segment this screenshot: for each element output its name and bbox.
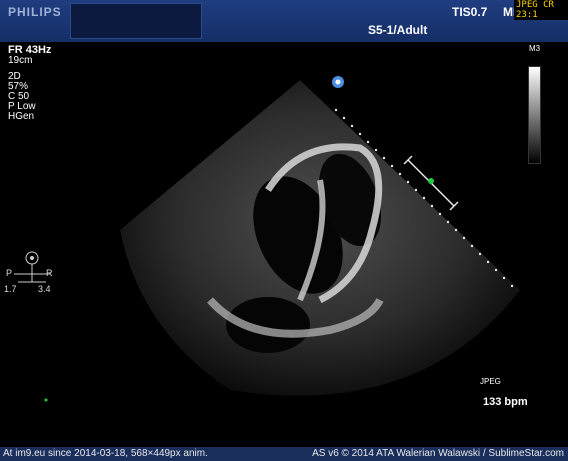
- patient-info-redacted: [70, 3, 202, 39]
- orientation-right-value: 3.4: [38, 284, 51, 294]
- brand-logo: PHILIPS: [8, 5, 62, 19]
- jpeg-badge: JPEG CR 23:1: [514, 0, 568, 20]
- orientation-left-value: 1.7: [4, 284, 17, 294]
- grayscale-bar: [528, 66, 541, 164]
- footer-bar: At im9.eu since 2014-03-18, 568×449px an…: [0, 447, 568, 461]
- focus-marker: [428, 178, 434, 184]
- orientation-p: P: [6, 268, 13, 278]
- jpeg-label: JPEG: [480, 377, 501, 386]
- orientation-r: R: [46, 268, 53, 278]
- grayscale-label: M3: [529, 44, 541, 53]
- footer-credit: AS v6 © 2014 ATA Walerian Walawski / Sub…: [312, 448, 564, 459]
- parameter-panel: FR 43Hz 19cm 2D 57% C 50 P Low HGen: [8, 44, 51, 122]
- ecg-dot: [44, 398, 48, 402]
- depth: 19cm: [8, 55, 33, 66]
- harmonic: HGen: [8, 111, 35, 122]
- heart-rate: 133 bpm: [483, 396, 528, 408]
- header-bar: PHILIPS TIS0.7 MI 1.4 S5-1/Adult: [0, 0, 568, 42]
- footer-source: At im9.eu since 2014-03-18, 568×449px an…: [3, 448, 208, 459]
- orientation-marker: P R 1.7 3.4: [4, 248, 60, 296]
- probe-label: S5-1/Adult: [368, 23, 428, 37]
- tis-value: TIS0.7: [452, 5, 488, 19]
